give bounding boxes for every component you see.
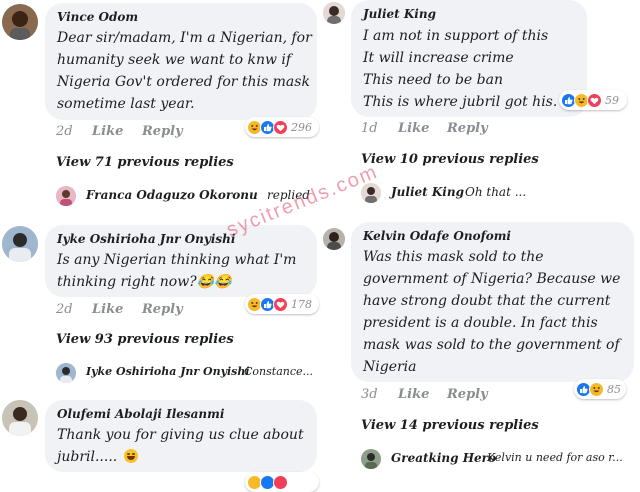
reply-button[interactable]: Reply — [142, 302, 183, 317]
reply-snippet: Constance... — [244, 365, 313, 378]
reaction-summary-partial[interactable] — [245, 472, 319, 492]
comment-line: thinking right now?😂😂 — [57, 274, 232, 290]
avatar-olufemi-abolaji[interactable] — [2, 400, 38, 436]
reaction-count: 59 — [605, 93, 619, 107]
view-previous-replies-link[interactable]: View 71 previous replies — [56, 155, 234, 170]
avatar-vince-odom[interactable] — [2, 4, 38, 40]
latest-reply-row[interactable]: Iyke Oshirioha Jnr Onyishi Constance... — [56, 363, 318, 385]
comment-line: This need to be ban — [363, 72, 503, 88]
avatar-juliet-king[interactable] — [323, 2, 345, 24]
comment-line: Is any Nigerian thinking what I'm — [57, 252, 297, 268]
reaction-summary[interactable]: 59 — [559, 90, 627, 110]
comment-line: sometime last year. — [57, 96, 195, 112]
reply-author[interactable]: Juliet King — [391, 185, 464, 199]
comment-text: I am not in support of this It will incr… — [363, 25, 575, 113]
left-comment-column: Vince Odom Dear sir/madam, I'm a Nigeria… — [0, 0, 320, 492]
reply-snippet: Kelvin u need for aso r... — [487, 451, 623, 464]
love-reaction-icon — [587, 92, 602, 108]
comment-line: It will increase crime — [363, 50, 514, 66]
like-button[interactable]: Like — [92, 302, 123, 317]
comment-timestamp[interactable]: 2d — [56, 124, 73, 139]
comment-line: government of Nigeria? Because we — [363, 271, 621, 287]
view-previous-replies-link[interactable]: View 14 previous replies — [361, 418, 539, 433]
comment-line: Thank you for giving us clue about — [57, 427, 304, 443]
comment-author[interactable]: Juliet King — [363, 6, 575, 22]
reply-button[interactable]: Reply — [447, 387, 488, 402]
reply-button[interactable]: Reply — [447, 121, 488, 136]
comment-bubble-kelvin-odafe: Kelvin Odafe Onofomi Was this mask sold … — [351, 222, 634, 382]
comment-line: Nigeria Gov't ordered for this mask — [57, 74, 310, 90]
comment-line: I am not in support of this — [363, 28, 549, 44]
like-button[interactable]: Like — [398, 387, 429, 402]
comment-actions: 2d Like Reply — [56, 302, 206, 320]
reply-author[interactable]: Iyke Oshirioha Jnr Onyishi — [86, 365, 250, 378]
right-comment-column: Juliet King I am not in support of this … — [320, 0, 640, 480]
comment-text: Thank you for giving us clue about jubri… — [57, 424, 305, 468]
avatar-kelvin-odafe[interactable] — [323, 228, 345, 250]
comment-line: Dear sir/madam, I'm a Nigerian, for — [57, 30, 312, 46]
reaction-count: 178 — [291, 297, 312, 311]
comment-line: Was this mask sold to the — [363, 249, 544, 265]
comment-line: Nigeria — [363, 359, 417, 375]
comment-line: mask was sold to the government of — [363, 337, 620, 353]
reply-button[interactable]: Reply — [142, 124, 183, 139]
comment-bubble-iyke-oshirioha: Iyke Oshirioha Jnr Onyishi Is any Nigeri… — [45, 225, 317, 297]
view-previous-replies-link[interactable]: View 93 previous replies — [56, 332, 234, 347]
comment-actions: 3d Like Reply — [361, 387, 511, 405]
view-previous-replies-link[interactable]: View 10 previous replies — [361, 152, 539, 167]
comment-author[interactable]: Iyke Oshirioha Jnr Onyishi — [57, 231, 305, 247]
grinning-emoji-icon — [123, 449, 138, 463]
comment-line: This is where jubril got his. — [363, 94, 558, 110]
avatar-iyke-oshirioha[interactable] — [2, 226, 38, 262]
comment-bubble-juliet-king: Juliet King I am not in support of this … — [351, 0, 587, 117]
like-button[interactable]: Like — [92, 124, 123, 139]
comment-bubble-vince-odom: Vince Odom Dear sir/madam, I'm a Nigeria… — [45, 3, 317, 120]
comment-line: president is a double. In fact this — [363, 315, 598, 331]
comment-timestamp[interactable]: 1d — [361, 121, 378, 136]
reply-avatar — [56, 363, 76, 383]
love-reaction-icon — [273, 474, 288, 490]
comment-author[interactable]: Vince Odom — [57, 9, 305, 25]
latest-reply-row[interactable]: Greatking Hero Kelvin u need for aso r..… — [361, 449, 637, 471]
like-button[interactable]: Like — [398, 121, 429, 136]
comment-text: Was this mask sold to the government of … — [363, 246, 622, 378]
comment-author[interactable]: Olufemi Abolaji Ilesanmi — [57, 406, 305, 422]
comment-text: Is any Nigerian thinking what I'm thinki… — [57, 249, 305, 293]
comment-author[interactable]: Kelvin Odafe Onofomi — [363, 228, 622, 244]
comment-actions: 1d Like Reply — [361, 121, 511, 139]
reaction-summary[interactable]: 296 — [245, 117, 319, 137]
comment-timestamp[interactable]: 2d — [56, 302, 73, 317]
reply-snippet: Oh that ... — [465, 185, 527, 199]
comment-actions: 2d Like Reply — [56, 124, 206, 142]
reaction-count: 296 — [291, 120, 312, 134]
comment-line-text: jubril..... — [57, 449, 118, 465]
latest-reply-row[interactable]: Juliet King Oh that ... — [361, 183, 631, 205]
reply-author[interactable]: Greatking Hero — [391, 451, 496, 465]
reply-author[interactable]: Franca Odaguzo Okoronu — [86, 188, 258, 202]
comment-text: Dear sir/madam, I'm a Nigerian, for huma… — [57, 27, 312, 115]
reaction-summary[interactable]: 178 — [245, 294, 319, 314]
reaction-summary[interactable]: 85 — [574, 379, 626, 399]
reply-avatar — [361, 449, 381, 469]
reply-avatar — [56, 186, 76, 206]
love-reaction-icon — [273, 296, 288, 312]
haha-reaction-icon — [589, 381, 604, 397]
comment-line: jubril..... — [57, 446, 305, 468]
comment-timestamp[interactable]: 3d — [361, 387, 378, 402]
comment-bubble-olufemi-abolaji: Olufemi Abolaji Ilesanmi Thank you for g… — [45, 400, 317, 472]
comment-line: have strong doubt that the current — [363, 293, 611, 309]
comment-line: humanity seek we want to knw if — [57, 52, 292, 68]
love-reaction-icon — [273, 119, 288, 135]
reaction-count: 85 — [607, 382, 621, 396]
